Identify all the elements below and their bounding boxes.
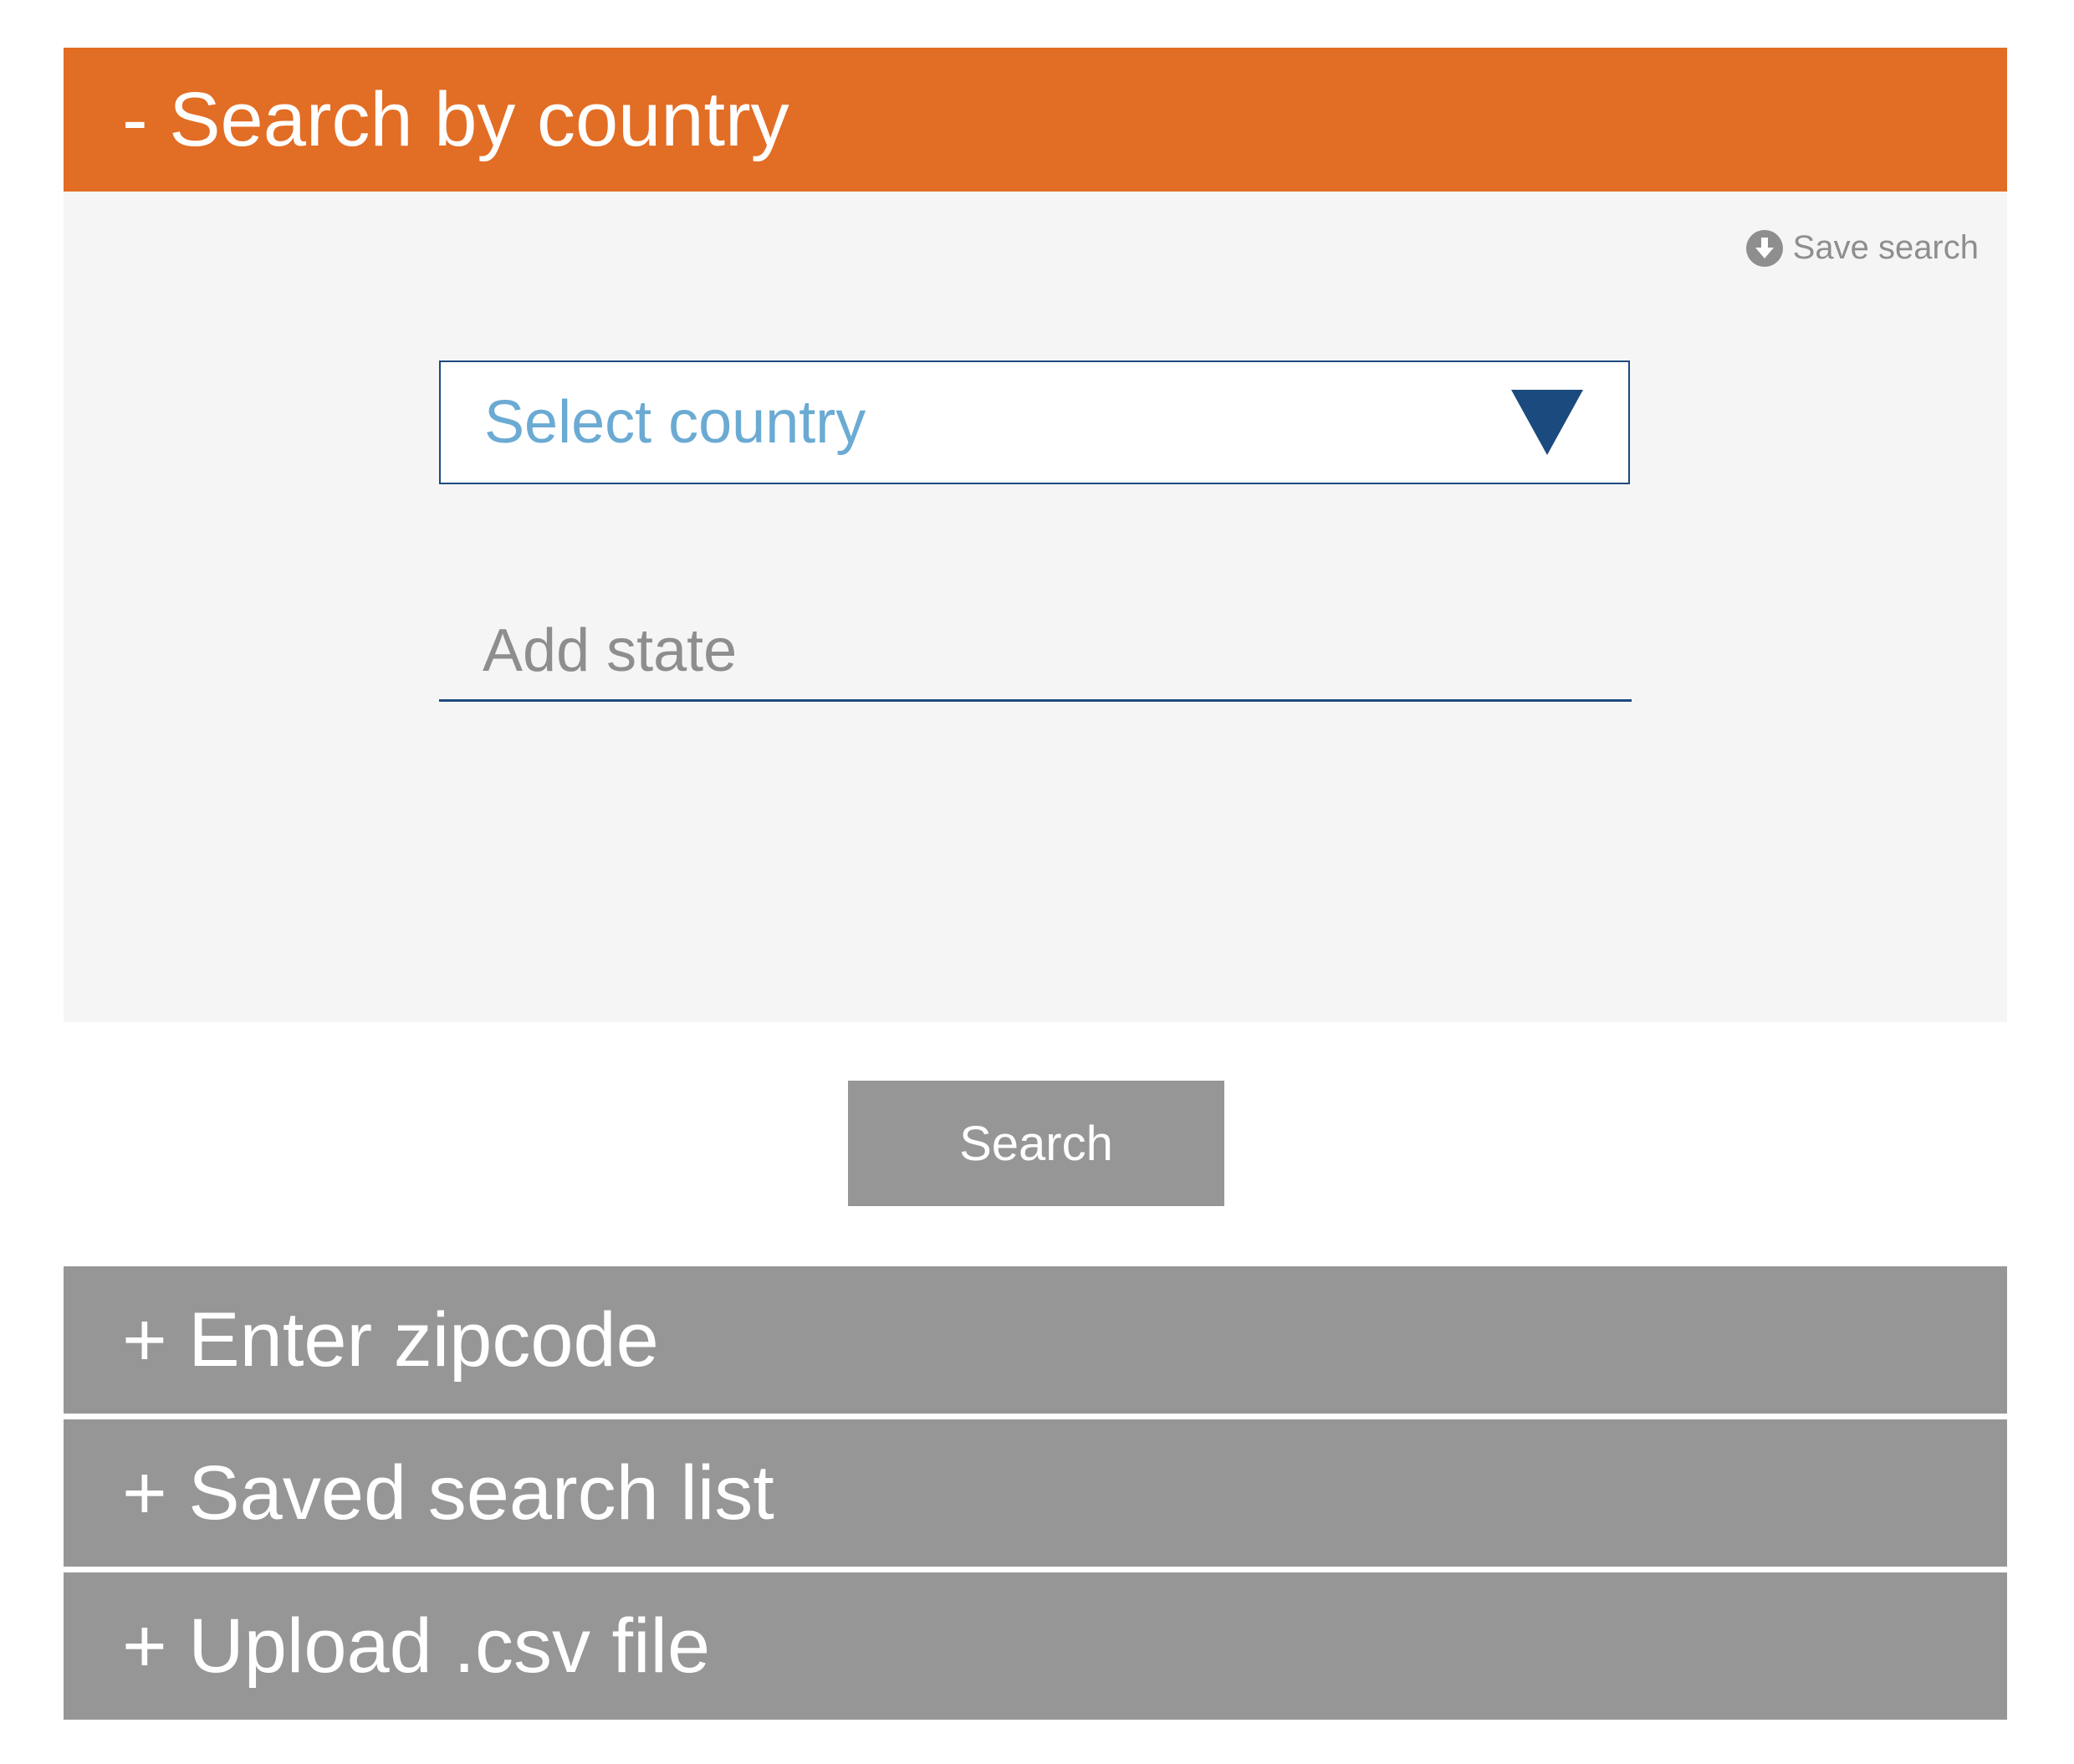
accordion-header-upload-csv[interactable]: + Upload .csv file (64, 1572, 2007, 1720)
country-select-value: Select country (484, 389, 866, 456)
accordion-title: + Enter zipcode (122, 1297, 659, 1383)
accordion-title: - Search by country (122, 77, 789, 162)
triangle-down-icon (1511, 390, 1583, 455)
country-select[interactable]: Select country (439, 360, 1630, 484)
accordion-title: + Saved search list (122, 1450, 774, 1536)
accordion-header-saved-search-list[interactable]: + Saved search list (64, 1419, 2007, 1567)
download-circle-icon (1745, 229, 1783, 267)
search-button[interactable]: Search (848, 1081, 1224, 1206)
accordion-header-enter-zipcode[interactable]: + Enter zipcode (64, 1266, 2007, 1414)
accordion-title: + Upload .csv file (122, 1603, 711, 1689)
search-by-country-panel: Save search Select country (64, 192, 2007, 1022)
accordion-header-search-by-country[interactable]: - Search by country (64, 48, 2007, 192)
save-search-link[interactable]: Save search (1745, 229, 1979, 267)
add-state-input[interactable] (439, 601, 1632, 702)
save-search-label: Save search (1792, 229, 1979, 266)
